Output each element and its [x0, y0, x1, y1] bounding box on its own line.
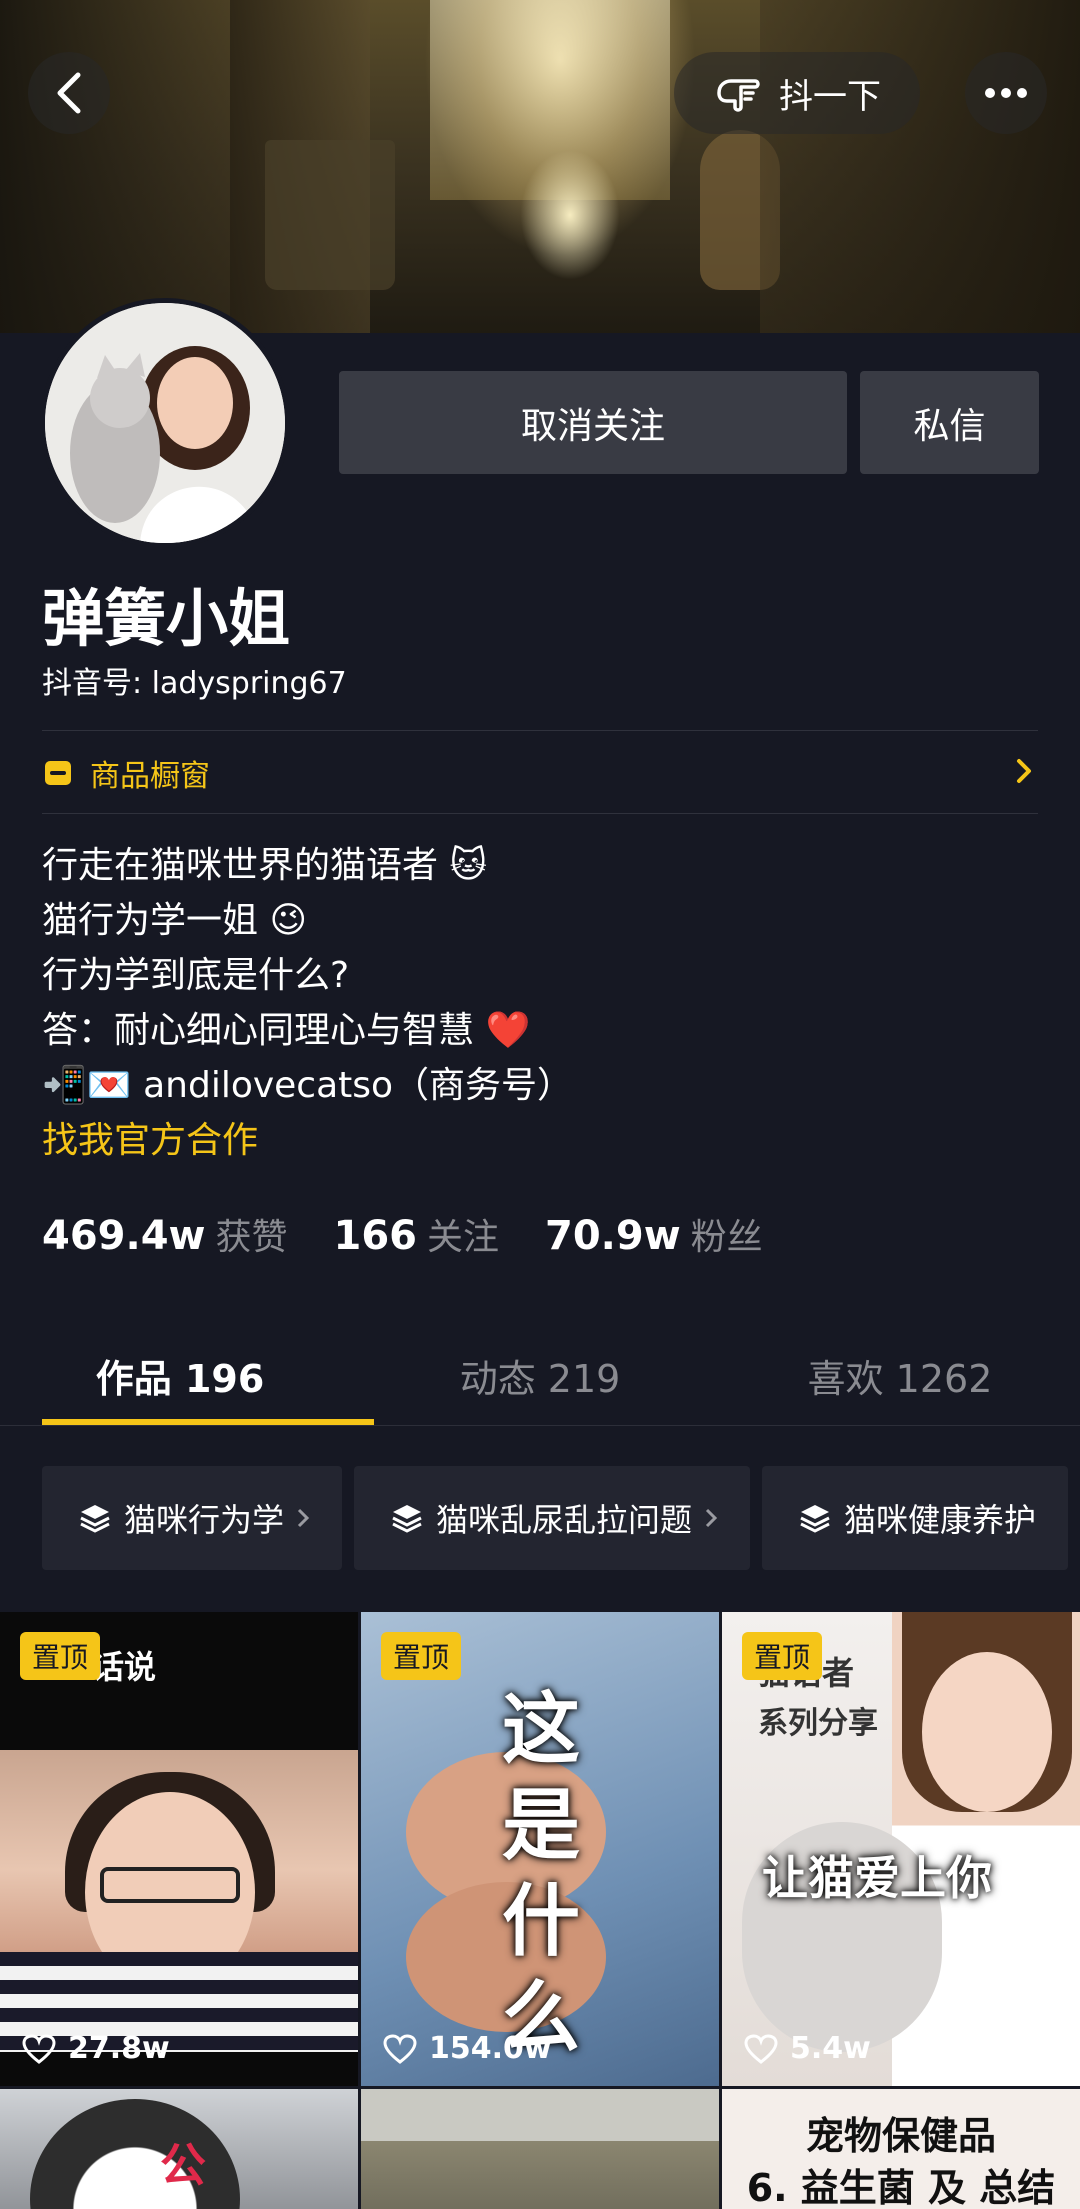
- divider: [0, 1425, 1080, 1426]
- likes-count-text: 154.0w: [429, 2031, 552, 2066]
- video-overlay-text: 6. 益生菌 及 总结: [746, 2166, 1056, 2209]
- likes-label: 获赞: [215, 1217, 288, 1258]
- likes-count-text: 5.4w: [790, 2031, 871, 2066]
- video-likes: 154.0w: [383, 2031, 552, 2066]
- chevron-right-icon: [705, 1508, 718, 1528]
- pinned-badge: 置顶: [381, 1632, 462, 1680]
- collection-chip[interactable]: 猫咪健康养护: [762, 1466, 1069, 1570]
- video-overlay-text: 这是什么: [501, 1685, 580, 2063]
- bio-line: 📲💌 andilovecatso（商务号）: [42, 1065, 574, 1106]
- bio: 行走在猫咪世界的猫语者 🐱 猫行为学一姐 😉 行为学到底是什么? 答：耐心细心同…: [42, 838, 573, 1168]
- collection-chip[interactable]: 猫咪行为学: [42, 1466, 343, 1570]
- message-button[interactable]: 私信: [860, 371, 1039, 474]
- divider: [42, 730, 1038, 731]
- video-likes: 5.4w: [744, 2031, 871, 2066]
- following-count[interactable]: 166: [334, 1213, 418, 1259]
- pinned-badge: 置顶: [20, 1632, 101, 1680]
- profile-name: 弹簧小姐: [42, 582, 291, 655]
- video-thumbnail[interactable]: 猫语者 系列分享 让猫爱上你 置顶 5.4w: [722, 1612, 1080, 2086]
- heart-icon: [383, 2033, 417, 2064]
- stats-row: 469.4w 获赞 166 关注 70.9w 粉丝: [42, 1208, 809, 1260]
- bio-line: 行走在猫咪世界的猫语者 🐱: [42, 845, 487, 886]
- video-overlay-text: 让猫爱上你: [762, 1851, 992, 1905]
- followers-label: 粉丝: [690, 1217, 763, 1258]
- shop-icon: [45, 761, 71, 785]
- video-overlay-text: 公: [160, 2138, 206, 2192]
- collection-title: 猫咪健康养护: [844, 1501, 1037, 1539]
- collection-chip[interactable]: 猫咪乱尿乱拉问题: [354, 1466, 751, 1570]
- video-thumbnail[interactable]: 话说 置顶 27.8w: [0, 1612, 358, 2086]
- unfollow-button[interactable]: 取消关注: [339, 371, 847, 474]
- shake-button[interactable]: 抖一下: [674, 52, 920, 134]
- likes-count-text: 27.8w: [68, 2031, 170, 2066]
- shake-label: 抖一下: [779, 76, 881, 117]
- layers-icon: [392, 1505, 422, 1533]
- layers-icon: [80, 1505, 110, 1533]
- avatar[interactable]: [40, 298, 290, 548]
- followers-count[interactable]: 70.9w: [545, 1213, 681, 1259]
- hand-point-icon: [717, 79, 760, 112]
- official-cooperation-link[interactable]: 找我官方合作: [42, 1113, 573, 1168]
- collections-row: 猫咪行为学 猫咪乱尿乱拉问题 猫咪健康养护: [42, 1466, 1069, 1570]
- video-thumbnail[interactable]: 宠物保健品 6. 益生菌 及 总结: [722, 2089, 1080, 2209]
- more-dots-icon: [985, 88, 1027, 98]
- bio-line: 猫行为学一姐 😉: [42, 900, 307, 941]
- tab-works[interactable]: 作品 196: [0, 1330, 360, 1426]
- heart-icon: [744, 2033, 778, 2064]
- back-button[interactable]: [28, 52, 110, 134]
- collection-title: 猫咪行为学: [124, 1501, 285, 1539]
- divider: [42, 813, 1038, 814]
- likes-count[interactable]: 469.4w: [42, 1213, 205, 1259]
- pinned-badge: 置顶: [742, 1632, 823, 1680]
- video-overlay-text: 话说: [92, 1648, 157, 1686]
- video-overlay-text: 系列分享: [758, 1706, 878, 1741]
- profile-handle: 抖音号: ladyspring67: [42, 666, 347, 701]
- chevron-right-icon: [1017, 759, 1031, 783]
- heart-icon: [22, 2033, 56, 2064]
- tab-likes[interactable]: 喜欢 1262: [720, 1330, 1080, 1426]
- bio-line: 行为学到底是什么?: [42, 955, 350, 996]
- cover-image: [0, 0, 1080, 333]
- video-overlay-text: 宠物保健品: [805, 2114, 996, 2158]
- tab-activity[interactable]: 动态 219: [360, 1330, 720, 1426]
- chevron-left-icon: [57, 72, 81, 114]
- video-likes: 27.8w: [22, 2031, 170, 2066]
- collection-title: 猫咪乱尿乱拉问题: [436, 1501, 693, 1539]
- more-button[interactable]: [965, 52, 1047, 134]
- profile-tabs: 作品 196 动态 219 喜欢 1262: [0, 1330, 1080, 1426]
- layers-icon: [800, 1505, 830, 1533]
- chevron-right-icon: [297, 1508, 310, 1528]
- video-grid: 话说 置顶 27.8w 这是什么 置顶 154.0w 猫语者 系列分享 让猫爱上…: [0, 1612, 1080, 2209]
- video-thumbnail[interactable]: [361, 2089, 719, 2209]
- video-thumbnail[interactable]: 公: [0, 2089, 358, 2209]
- following-label: 关注: [427, 1217, 500, 1258]
- shop-window-row[interactable]: 商品橱窗: [42, 748, 1038, 798]
- shop-window-label: 商品橱窗: [90, 759, 210, 794]
- video-thumbnail[interactable]: 这是什么 置顶 154.0w: [361, 1612, 719, 2086]
- avatar-photo: [45, 303, 285, 543]
- bio-line: 答：耐心细心同理心与智慧 ❤️: [42, 1010, 531, 1051]
